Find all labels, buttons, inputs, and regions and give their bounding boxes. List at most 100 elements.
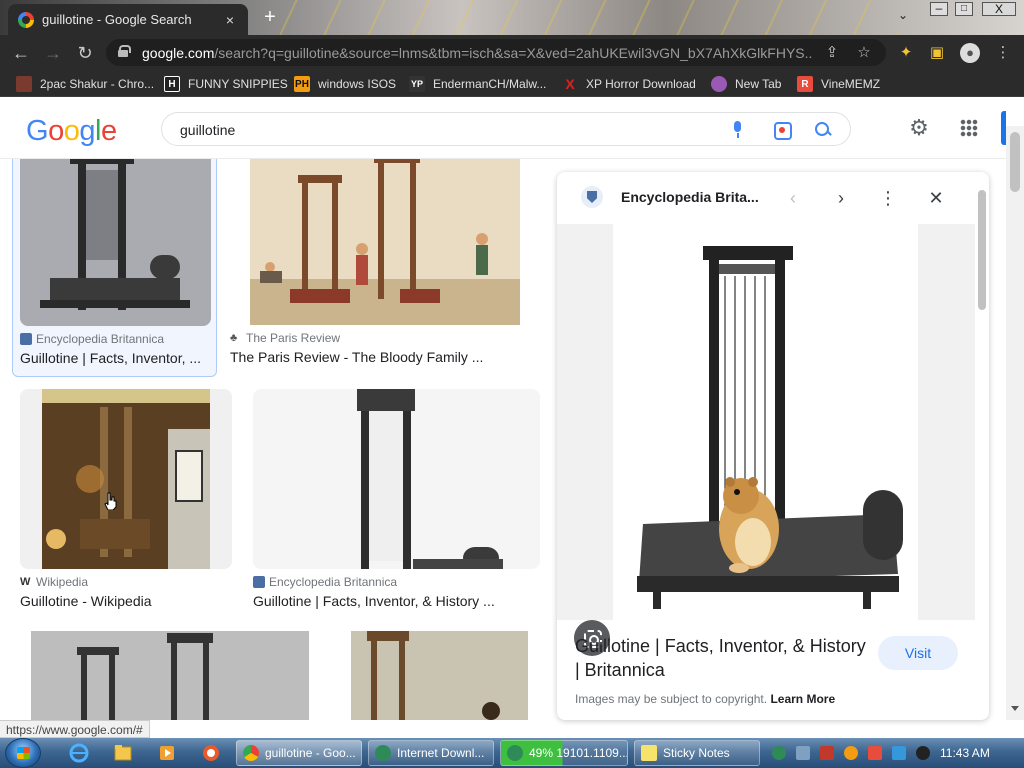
result-thumbnail[interactable] [250,159,520,325]
taskbar-item-download-progress[interactable]: 49% 19101.1109... [500,740,628,766]
result-title[interactable]: The Paris Review - The Bloody Family ... [230,349,530,365]
tab-close-icon[interactable]: × [222,12,238,28]
bookmark-item[interactable]: New Tab [711,75,781,93]
decorative-background [280,0,900,35]
result-source-label: Wikipedia [36,575,89,589]
bookmark-star-icon[interactable]: ☆ [854,43,874,63]
preview-image[interactable] [613,224,918,620]
tray-display-icon[interactable] [892,746,906,760]
new-tab-button[interactable]: + [260,7,280,28]
result-source: Encyclopedia Britannica [253,575,397,589]
back-arrow-icon[interactable]: ← [10,42,32,64]
reload-icon[interactable]: ↻ [74,42,96,64]
extensions-puzzle-icon[interactable]: ✦ [897,44,915,62]
tray-volume-icon[interactable] [916,746,930,760]
tray-search-icon[interactable] [844,746,858,760]
image-result-card[interactable]: Encyclopedia Britannica Guillotine | Fac… [12,159,217,377]
bookmark-favicon-icon [711,76,727,92]
image-result-card[interactable]: W Wikipedia Guillotine - Wikipedia [20,389,232,614]
app-pinned-icon[interactable] [196,741,226,765]
bookmark-item[interactable]: 2pac Shakur - Chro... [16,75,154,93]
bookmark-label: New Tab [735,77,782,91]
search-input[interactable] [180,120,700,140]
panel-source[interactable]: Encyclopedia Brita... [621,189,759,205]
result-thumbnail[interactable] [31,631,309,720]
sticky-notes-icon [641,745,657,761]
image-result-card[interactable]: Encyclopedia Britannica Guillotine | Fac… [253,389,543,614]
paris-review-icon: ♣ [230,332,238,344]
media-player-icon[interactable] [152,741,182,765]
taskbar-item-internet-download-manager[interactable]: Internet Downl... [368,740,494,766]
image-result-card[interactable]: ♣ The Paris Review The Paris Review - The… [230,159,540,377]
share-icon[interactable]: ⇪ [822,43,842,63]
result-thumbnail[interactable] [20,389,232,569]
next-image-chevron-icon[interactable]: › [829,186,853,210]
preview-image-area[interactable] [557,224,975,656]
panel-scrollbar-thumb[interactable] [978,190,986,310]
taskbar-item-sticky-notes[interactable]: Sticky Notes [634,740,760,766]
panel-title[interactable]: Guillotine | Facts, Inventor, & History … [575,634,875,682]
painting-image [351,631,528,720]
logo-letter: e [100,115,117,147]
settings-gear-icon[interactable]: ⚙ [908,117,930,139]
bookmark-favicon-icon: PH [294,76,310,92]
result-title[interactable]: Guillotine | Facts, Inventor, ... [20,350,215,366]
result-source-label: Encyclopedia Britannica [269,575,398,589]
bookmark-label: EndermanCH/Malw... [433,77,547,91]
start-button-icon[interactable] [5,738,41,768]
result-thumbnail[interactable] [351,631,528,720]
bookmark-item[interactable]: H FUNNY SNIPPIES [164,75,288,93]
result-source-label: The Paris Review [246,331,341,345]
url-text[interactable]: google.com/search?q=guillotine&source=ln… [142,45,812,61]
bookmark-item[interactable]: R VineMEMZ [797,75,880,93]
minimize-button[interactable]: – [930,2,948,16]
side-panel-icon[interactable]: ▣ [928,44,946,62]
close-icon[interactable]: ✕ [924,186,948,210]
profile-avatar-icon[interactable]: ● [960,43,980,63]
bookmark-item[interactable]: X XP Horror Download [562,75,696,93]
bookmark-item[interactable]: YP EndermanCH/Malw... [409,75,546,93]
bookmark-label: XP Horror Download [586,77,696,91]
panel-header: Encyclopedia Brita... ‹ › ⋮ ✕ [557,172,989,224]
result-thumbnail[interactable] [20,159,211,326]
visit-button[interactable]: Visit [878,636,958,670]
bookmark-favicon-icon: H [164,76,180,92]
wikipedia-photo [42,389,210,569]
more-options-icon[interactable]: ⋮ [876,186,900,210]
microphone-icon[interactable] [727,119,749,141]
address-bar[interactable]: google.com/search?q=guillotine&source=ln… [106,39,886,66]
tab-search-chevron-icon[interactable]: ⌄ [898,8,908,22]
bookmark-favicon-icon [16,76,32,92]
result-title[interactable]: Guillotine | Facts, Inventor, & History … [253,593,538,609]
forward-arrow-icon[interactable]: → [42,42,64,64]
search-box[interactable] [161,112,851,146]
browser-tab-active[interactable]: guillotine - Google Search × [8,4,248,35]
google-logo[interactable]: Google [26,115,117,148]
close-window-button[interactable]: X [982,2,1016,16]
previous-image-chevron-icon[interactable]: ‹ [781,186,805,210]
tray-flag-icon[interactable] [868,746,882,760]
search-icon[interactable] [812,119,834,141]
result-thumbnail[interactable] [253,389,540,569]
lock-icon [118,45,131,57]
taskbar-item-chrome[interactable]: guillotine - Goo... [236,740,362,766]
tray-app-icon[interactable] [796,746,810,760]
result-title[interactable]: Guillotine - Wikipedia [20,593,230,609]
bookmark-item[interactable]: PH windows ISOS [294,75,396,93]
internet-explorer-icon[interactable] [64,741,94,765]
tray-network-icon[interactable] [772,746,786,760]
learn-more-link[interactable]: Learn More [770,692,835,706]
result-source: Encyclopedia Britannica [20,332,164,346]
page-scrollbar[interactable] [1006,126,1024,720]
taskbar-clock[interactable]: 11:43 AM [940,746,990,760]
tray-antivirus-icon[interactable] [820,746,834,760]
scroll-down-arrow-icon[interactable] [1011,706,1019,711]
google-lens-icon[interactable] [772,119,794,141]
browser-tab-strip: guillotine - Google Search × + ⌄ – □ X [0,0,1024,35]
page-scrollbar-thumb[interactable] [1010,132,1020,192]
maximize-button[interactable]: □ [955,2,973,16]
panel-scrollbar[interactable] [975,176,987,716]
chrome-menu-icon[interactable]: ⋮ [994,44,1012,62]
google-apps-icon[interactable] [960,119,978,137]
file-explorer-icon[interactable] [108,741,138,765]
